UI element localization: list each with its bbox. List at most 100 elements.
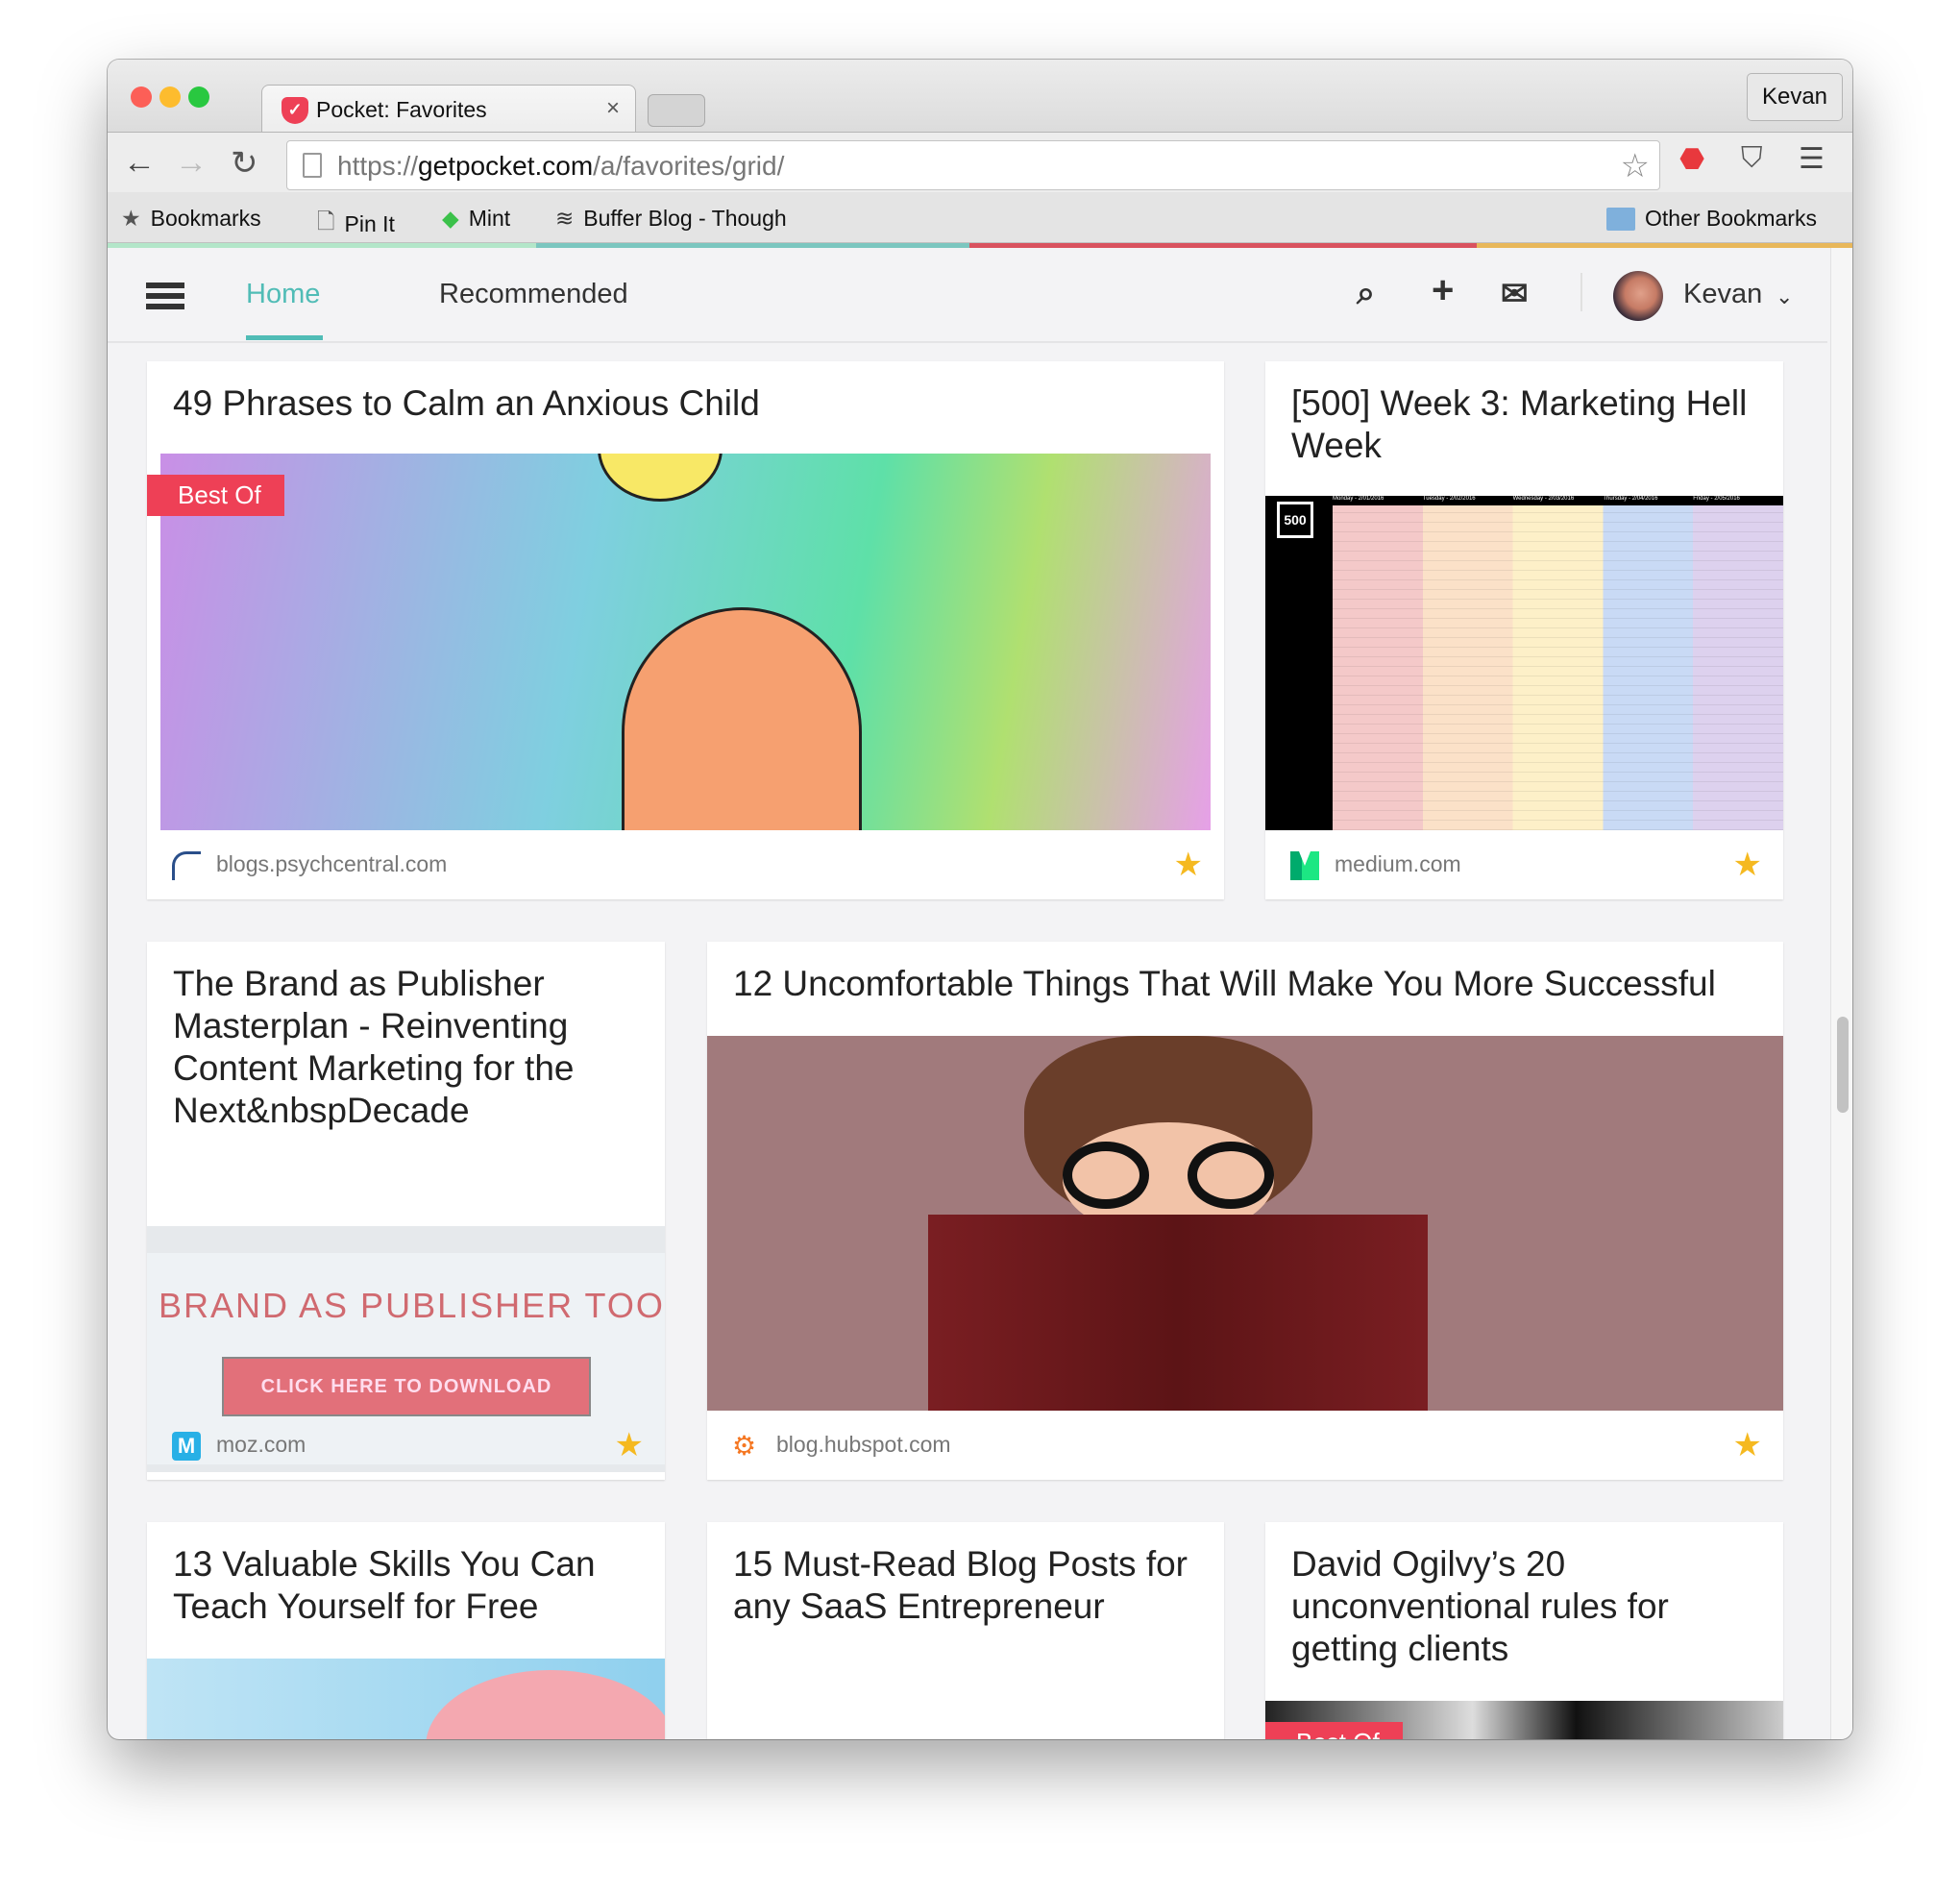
divider [1580, 273, 1582, 311]
adblock-icon[interactable]: ⬣ [1679, 142, 1704, 176]
best-of-badge: Best Of [147, 475, 284, 516]
profile-button[interactable]: Kevan [1747, 73, 1843, 121]
bookmark-mint[interactable]: ◆ Mint [442, 206, 510, 232]
day-label: Wednesday - 2/03/2016 [1512, 496, 1575, 502]
child-figure [622, 607, 862, 830]
article-title[interactable]: 15 Must-Read Blog Posts for any SaaS Ent… [733, 1543, 1201, 1628]
article-card[interactable]: 12 Uncomfortable Things That Will Make Y… [707, 942, 1783, 1480]
calendar-days: Monday - 2/01/2016 Tuesday - 2/02/2016 Wed… [1333, 496, 1783, 505]
scrollbar[interactable] [1830, 248, 1852, 1739]
article-image [147, 1659, 665, 1739]
article-title[interactable]: [500] Week 3: Marketing Hell Week [1291, 382, 1760, 467]
mail-icon[interactable]: ✉ [1501, 275, 1529, 313]
moz-logo-icon: M [172, 1432, 201, 1461]
article-domain[interactable]: blog.hubspot.com [776, 1432, 951, 1458]
chevron-down-icon[interactable]: ⌄ [1776, 284, 1793, 309]
back-icon[interactable]: ← [123, 144, 156, 182]
bookmark-label: Pin It [344, 211, 395, 236]
new-tab-button[interactable] [648, 94, 705, 127]
article-card[interactable]: 49 Phrases to Calm an Anxious Child Best… [147, 361, 1224, 899]
tab-recommended[interactable]: Recommended [439, 279, 628, 310]
minimize-window-button[interactable] [159, 86, 181, 108]
bookmark-star-icon[interactable]: ☆ [1621, 147, 1650, 185]
day-label: Friday - 2/05/2016 [1693, 496, 1740, 502]
day-label: Tuesday - 2/02/2016 [1422, 496, 1476, 502]
bookmarks-bar: ★ Bookmarks 🗋 Pin It ◆ Mint ≋ Buffer Blog - … [108, 192, 1852, 243]
folder-icon [1606, 207, 1635, 231]
article-domain[interactable]: medium.com [1335, 851, 1461, 877]
bookmark-pin-it[interactable]: 🗋 Pin It [317, 206, 395, 243]
card-footer: ⚙ blog.hubspot.com ★ [707, 1411, 1783, 1480]
avatar[interactable] [1613, 271, 1663, 321]
500-logo: 500 [1277, 502, 1313, 538]
active-tab-indicator [246, 335, 323, 340]
day-label: Thursday - 2/04/2016 [1603, 496, 1658, 502]
piggy-bank [426, 1670, 665, 1739]
pocket-header: Home Recommended ⌕ + ✉ Kevan ⌄ [108, 248, 1827, 343]
card-footer: blogs.psychcentral.com ★ [147, 830, 1224, 899]
star-icon: ★ [121, 206, 141, 231]
article-image [160, 454, 1211, 830]
article-image [707, 1036, 1783, 1411]
scrollbar-thumb[interactable] [1837, 1017, 1849, 1113]
buffer-icon: ≋ [555, 206, 575, 231]
hubspot-logo-icon: ⚙ [732, 1431, 757, 1461]
add-icon[interactable]: + [1432, 269, 1454, 312]
pocket-extension-icon[interactable]: ⛉ [1741, 142, 1763, 175]
article-title[interactable]: 12 Uncomfortable Things That Will Make Y… [733, 963, 1760, 1005]
medium-logo-icon [1290, 851, 1319, 880]
title-bar: ✓ Pocket: Favorites × Kevan [108, 60, 1852, 133]
article-domain[interactable]: blogs.psychcentral.com [216, 851, 447, 877]
bookmark-label: Mint [468, 206, 511, 231]
bookmark-buffer[interactable]: ≋ Buffer Blog - Though [555, 206, 787, 232]
pocket-favicon-icon: ✓ [282, 97, 308, 124]
article-image: 500 Monday - 2/01/2016 Tuesday - 2/02/201… [1265, 496, 1783, 830]
maximize-window-button[interactable] [188, 86, 209, 108]
favorite-star-icon[interactable]: ★ [615, 1426, 644, 1464]
toolbar: ← → ↻ https://getpocket.com/a/favorites/… [108, 132, 1852, 192]
menu-icon[interactable]: ☰ [1799, 142, 1825, 176]
article-card[interactable]: 15 Must-Read Blog Posts for any SaaS Ent… [707, 1522, 1224, 1739]
page-icon [303, 153, 322, 178]
image-download-button: CLICK HERE TO DOWNLOAD [222, 1357, 591, 1416]
article-title[interactable]: The Brand as Publisher Masterplan - Rein… [173, 963, 642, 1132]
reload-icon[interactable]: ↻ [231, 144, 258, 183]
article-card[interactable]: 13 Valuable Skills You Can Teach Yoursel… [147, 1522, 665, 1739]
card-footer: medium.com ★ [1265, 830, 1783, 899]
article-title[interactable]: 13 Valuable Skills You Can Teach Yoursel… [173, 1543, 642, 1628]
bookmark-label: Other Bookmarks [1645, 206, 1817, 231]
article-card[interactable]: The Brand as Publisher Masterplan - Rein… [147, 942, 665, 1480]
article-card[interactable]: [500] Week 3: Marketing Hell Week 500 Mo… [1265, 361, 1783, 899]
address-bar[interactable]: https://getpocket.com/a/favorites/grid/ … [286, 140, 1660, 190]
browser-window: ✓ Pocket: Favorites × Kevan ← → ↻ https:… [108, 60, 1852, 1739]
psychcentral-logo-icon [172, 851, 201, 880]
browser-tab[interactable]: ✓ Pocket: Favorites × [261, 85, 636, 133]
forward-icon[interactable]: → [175, 144, 208, 182]
article-title[interactable]: 49 Phrases to Calm an Anxious Child [173, 382, 1201, 425]
favorite-star-icon[interactable]: ★ [1733, 846, 1762, 884]
tab-title: Pocket: Favorites [316, 97, 487, 122]
close-tab-icon[interactable]: × [606, 95, 620, 122]
hamburger-menu-icon[interactable] [146, 283, 184, 309]
red-book [928, 1215, 1428, 1411]
article-domain[interactable]: moz.com [216, 1432, 306, 1458]
bookmark-label: Buffer Blog - Though [583, 206, 787, 231]
bookmark-label: Bookmarks [150, 206, 261, 231]
favorite-star-icon[interactable]: ★ [1174, 846, 1203, 884]
best-of-badge: Best Of [1265, 1722, 1403, 1739]
card-footer: M moz.com ★ [147, 1411, 665, 1480]
close-window-button[interactable] [131, 86, 152, 108]
user-menu[interactable]: Kevan [1683, 279, 1762, 310]
mint-leaf-icon: ◆ [442, 206, 459, 231]
url-text: https://getpocket.com/a/favorites/grid/ [337, 151, 785, 181]
bookmark-bookmarks[interactable]: ★ Bookmarks [121, 206, 261, 232]
tab-home[interactable]: Home [246, 279, 320, 310]
image-heading: BRAND AS PUBLISHER TOOL [159, 1286, 665, 1325]
article-card[interactable]: David Ogilvy’s 20 unconventional rules f… [1265, 1522, 1783, 1739]
page-icon: 🗋 [317, 209, 335, 234]
favorite-star-icon[interactable]: ★ [1733, 1426, 1762, 1464]
other-bookmarks[interactable]: Other Bookmarks [1606, 206, 1817, 232]
search-icon[interactable]: ⌕ [1357, 275, 1375, 312]
calendar-grid [1333, 505, 1783, 830]
article-title[interactable]: David Ogilvy’s 20 unconventional rules f… [1291, 1543, 1760, 1670]
